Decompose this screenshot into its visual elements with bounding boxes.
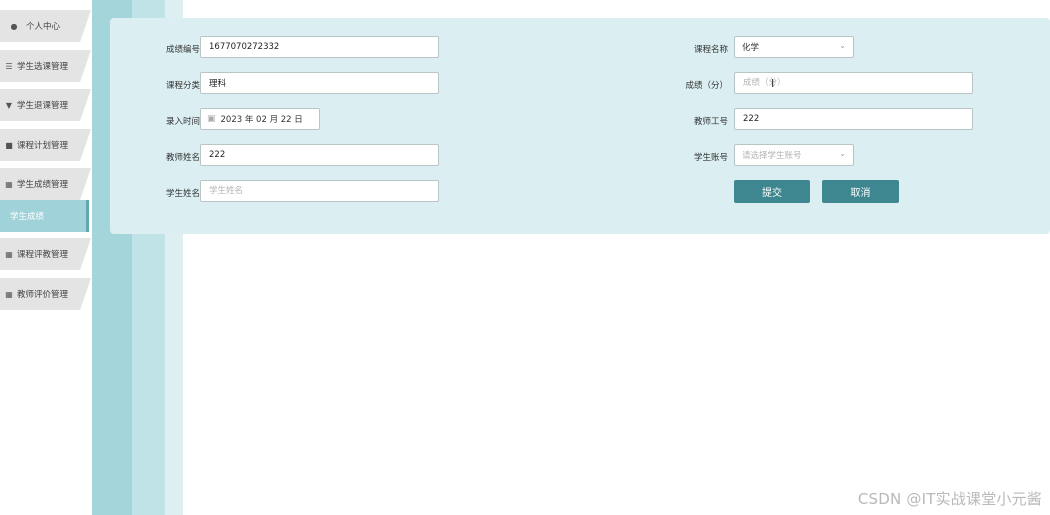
sidebar-item-course-withdrawal[interactable]: ▼ 学生退课管理: [0, 89, 91, 121]
course-name-label: 课程名称: [693, 45, 728, 55]
student-account-placeholder: 请选择学生账号: [742, 151, 802, 161]
stand-icon: ▼: [5, 100, 13, 110]
student-account-select[interactable]: 请选择学生账号 ⌄: [734, 144, 854, 166]
submit-button[interactable]: 提交: [734, 180, 810, 203]
score-id-label: 成绩编号: [165, 45, 200, 55]
sidebar-item-teacher-evaluation[interactable]: ▦ 教师评价管理: [0, 278, 91, 310]
sliders-icon: ☰: [5, 61, 13, 71]
sidebar-item-course-plan[interactable]: ■ 课程计划管理: [0, 129, 91, 161]
sidebar-item-score-management[interactable]: ▦ 学生成绩管理: [0, 168, 91, 200]
teacher-id-label: 教师工号: [693, 117, 728, 127]
watermark: CSDN @IT实战课堂小元酱: [857, 490, 1042, 508]
sidebar-item-personal-center[interactable]: ● 个人中心: [0, 10, 91, 42]
student-account-label: 学生账号: [693, 153, 728, 163]
sidebar-item-label: 个人中心: [26, 22, 61, 32]
person-icon: ●: [10, 21, 18, 31]
sidebar-item-label: 教师评价管理: [17, 290, 69, 300]
entry-time-value: 2023 年 02 月 22 日: [220, 115, 303, 125]
entry-time-label: 录入时间: [165, 117, 200, 127]
course-name-select[interactable]: 化学 ⌄: [734, 36, 854, 58]
student-name-input[interactable]: [200, 180, 439, 202]
text-cursor-icon: I: [771, 77, 775, 90]
cancel-button[interactable]: 取消: [822, 180, 899, 203]
course-category-label: 课程分类: [165, 81, 200, 91]
sidebar-item-label: 课程评教管理: [17, 250, 69, 260]
chevron-down-icon: ⌄: [839, 149, 846, 158]
sidebar: ● 个人中心 ☰ 学生选课管理 ▼ 学生退课管理 ■ 课程计划管理 ▦ 学生成绩…: [0, 0, 92, 515]
sidebar-item-course-selection[interactable]: ☰ 学生选课管理: [0, 50, 91, 82]
sidebar-item-label: 课程计划管理: [17, 141, 69, 151]
chevron-down-icon: ⌄: [839, 41, 846, 50]
grid-icon: ▦: [5, 249, 13, 259]
teacher-name-label: 教师姓名: [165, 153, 200, 163]
course-category-input[interactable]: [200, 72, 439, 94]
score-form-panel: 成绩编号 课程分类 录入时间 ▣ 2023 年 02 月 22 日 教师姓名 学…: [110, 18, 1050, 234]
sidebar-item-label: 学生成绩: [10, 212, 45, 222]
teacher-name-input[interactable]: [200, 144, 439, 166]
course-name-value: 化学: [742, 43, 760, 53]
briefcase-icon: ■: [5, 140, 13, 150]
score-input[interactable]: [734, 72, 973, 94]
teacher-id-input[interactable]: [734, 108, 973, 130]
grid-icon: ▦: [5, 179, 13, 189]
sidebar-item-course-evaluation[interactable]: ▦ 课程评教管理: [0, 238, 91, 270]
sidebar-item-student-score[interactable]: 学生成绩: [0, 200, 89, 232]
calendar-icon: ▣: [207, 114, 216, 124]
sidebar-item-label: 学生成绩管理: [17, 180, 69, 190]
student-name-label: 学生姓名: [165, 189, 200, 199]
sidebar-item-label: 学生退课管理: [17, 101, 69, 111]
grid-icon: ▦: [5, 289, 13, 299]
score-id-input[interactable]: [200, 36, 439, 58]
entry-time-datepicker[interactable]: ▣ 2023 年 02 月 22 日: [200, 108, 320, 130]
score-label: 成绩（分）: [685, 81, 728, 91]
sidebar-item-label: 学生选课管理: [17, 62, 69, 72]
